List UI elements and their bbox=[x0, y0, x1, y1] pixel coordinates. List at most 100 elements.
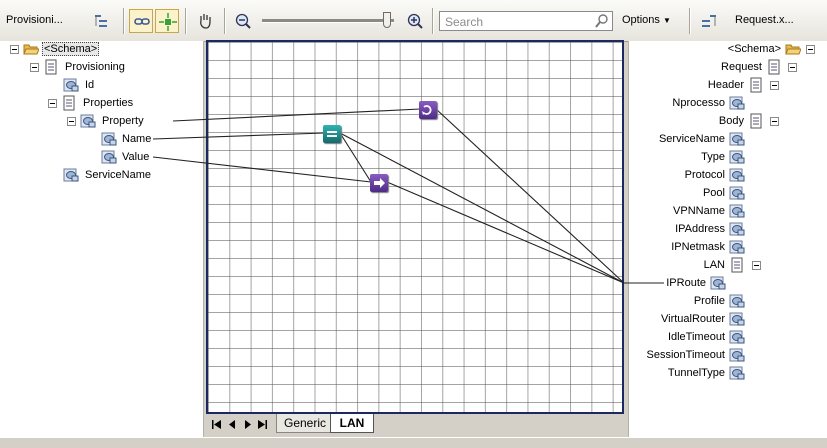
auto-layout-icon[interactable] bbox=[155, 9, 179, 33]
source-node-name[interactable]: Name bbox=[101, 131, 152, 147]
mapping-canvas[interactable] bbox=[206, 40, 624, 414]
attribute-icon bbox=[729, 311, 745, 327]
repeating-element-icon bbox=[80, 113, 96, 129]
source-node-value[interactable]: Value bbox=[101, 149, 150, 165]
source-node-properties[interactable]: Properties bbox=[48, 95, 134, 111]
source-tree-root[interactable]: <Schema> bbox=[10, 41, 100, 57]
element-icon bbox=[748, 77, 764, 93]
target-request-label: Request bbox=[721, 61, 762, 73]
source-schema-label[interactable]: Provisioni... bbox=[6, 14, 63, 26]
attribute-icon bbox=[729, 347, 745, 363]
target-node-ipaddress[interactable]: IPAddress bbox=[674, 221, 745, 237]
target-node-lan[interactable]: LAN bbox=[703, 257, 745, 273]
attribute-icon bbox=[63, 77, 79, 93]
collapse-icon[interactable] bbox=[67, 116, 76, 126]
source-root-label: <Schema> bbox=[42, 42, 100, 56]
collapse-icon[interactable] bbox=[770, 117, 779, 126]
folder-open-icon bbox=[23, 41, 39, 57]
collapse-icon[interactable] bbox=[806, 45, 815, 54]
target-node-root[interactable]: <Schema> bbox=[727, 41, 801, 57]
canvas-tabs: Generic LAN bbox=[206, 414, 628, 435]
target-tunneltype-label: TunnelType bbox=[667, 367, 725, 379]
attribute-icon bbox=[101, 131, 117, 147]
element-icon bbox=[766, 59, 782, 75]
zoom-slider-thumb[interactable] bbox=[383, 12, 391, 28]
target-lan-label: LAN bbox=[703, 259, 725, 271]
target-node-servicename[interactable]: ServiceName bbox=[658, 131, 745, 147]
target-node-pool[interactable]: Pool bbox=[702, 185, 745, 201]
equal-function-icon[interactable] bbox=[323, 125, 341, 143]
target-node-virtualrouter[interactable]: VirtualRouter bbox=[660, 311, 745, 327]
attribute-icon bbox=[729, 149, 745, 165]
target-node-type[interactable]: Type bbox=[700, 149, 745, 165]
zoom-slider[interactable] bbox=[262, 19, 394, 23]
tab-generic[interactable]: Generic bbox=[276, 414, 334, 433]
target-node-body[interactable]: Body bbox=[718, 113, 764, 129]
attribute-icon bbox=[729, 203, 745, 219]
target-node-header[interactable]: Header bbox=[707, 77, 764, 93]
source-label-property: Property bbox=[102, 115, 144, 127]
attribute-icon bbox=[729, 185, 745, 201]
target-header-label: Header bbox=[707, 79, 744, 91]
collapse-icon[interactable] bbox=[10, 44, 19, 54]
collapse-icon[interactable] bbox=[770, 81, 779, 90]
target-node-tunneltype[interactable]: TunnelType bbox=[667, 365, 745, 381]
target-node-iproute[interactable]: IPRoute bbox=[665, 275, 726, 291]
attribute-icon bbox=[101, 149, 117, 165]
source-label-provisioning: Provisioning bbox=[65, 61, 125, 73]
tab-lan[interactable]: LAN bbox=[330, 414, 374, 433]
search-icon[interactable] bbox=[594, 13, 610, 29]
target-node-vpnname[interactable]: VPNName bbox=[672, 203, 745, 219]
target-tree-options-icon[interactable] bbox=[697, 9, 721, 33]
element-icon bbox=[61, 95, 77, 111]
source-node-provisioning[interactable]: Provisioning bbox=[30, 59, 126, 75]
attribute-icon bbox=[729, 365, 745, 381]
target-root-label: <Schema> bbox=[727, 43, 781, 55]
target-node-protocol[interactable]: Protocol bbox=[684, 167, 745, 183]
target-idletimeout-label: IdleTimeout bbox=[667, 331, 725, 343]
first-tab-icon[interactable] bbox=[212, 420, 221, 429]
element-icon bbox=[43, 59, 59, 75]
attribute-icon bbox=[729, 239, 745, 255]
target-node-ipnetmask[interactable]: IPNetmask bbox=[670, 239, 745, 255]
collapse-icon[interactable] bbox=[752, 261, 761, 270]
collapse-icon[interactable] bbox=[788, 63, 797, 72]
target-node-request[interactable]: Request bbox=[720, 59, 782, 75]
last-tab-icon[interactable] bbox=[258, 420, 267, 429]
target-vpnname-label: VPNName bbox=[673, 205, 725, 217]
zoom-in-icon[interactable] bbox=[403, 9, 427, 33]
target-ipaddress-label: IPAddress bbox=[675, 223, 725, 235]
target-node-sessiontimeout[interactable]: SessionTimeout bbox=[646, 347, 745, 363]
target-node-profile[interactable]: Profile bbox=[693, 293, 745, 309]
source-node-id[interactable]: Id bbox=[63, 77, 95, 93]
source-node-property[interactable]: Property bbox=[67, 113, 145, 129]
source-label-servicename: ServiceName bbox=[85, 169, 152, 181]
target-node-idletimeout[interactable]: IdleTimeout bbox=[667, 329, 745, 345]
prev-tab-icon[interactable] bbox=[228, 420, 237, 429]
search-input[interactable]: Search bbox=[439, 11, 613, 31]
source-label-value: Value bbox=[122, 151, 150, 163]
collapse-icon[interactable] bbox=[30, 62, 39, 72]
source-label-properties: Properties bbox=[83, 97, 134, 109]
source-tree-options-icon[interactable] bbox=[90, 9, 114, 33]
source-node-servicename[interactable]: ServiceName bbox=[63, 167, 152, 183]
target-body-label: Body bbox=[718, 115, 744, 127]
loop-function-icon[interactable] bbox=[419, 101, 437, 119]
next-tab-icon[interactable] bbox=[243, 420, 252, 429]
zoom-out-icon[interactable] bbox=[231, 9, 255, 33]
target-profile-label: Profile bbox=[693, 295, 725, 307]
source-label-name: Name bbox=[122, 133, 152, 145]
target-nprocesso-label: Nprocesso bbox=[672, 97, 725, 109]
element-icon bbox=[748, 113, 764, 129]
link-mode-icon[interactable] bbox=[129, 9, 153, 33]
search-placeholder: Search bbox=[445, 15, 484, 29]
options-menu[interactable]: Options ▼ bbox=[622, 14, 671, 26]
collapse-icon[interactable] bbox=[48, 98, 57, 108]
target-node-nprocesso[interactable]: Nprocesso bbox=[671, 95, 745, 111]
pan-hand-icon[interactable] bbox=[193, 9, 217, 33]
assign-function-icon[interactable] bbox=[370, 174, 388, 192]
element-icon bbox=[729, 257, 745, 273]
attribute-icon bbox=[63, 167, 79, 183]
target-schema-label[interactable]: Request.x... bbox=[735, 14, 794, 26]
options-label: Options bbox=[622, 14, 660, 26]
